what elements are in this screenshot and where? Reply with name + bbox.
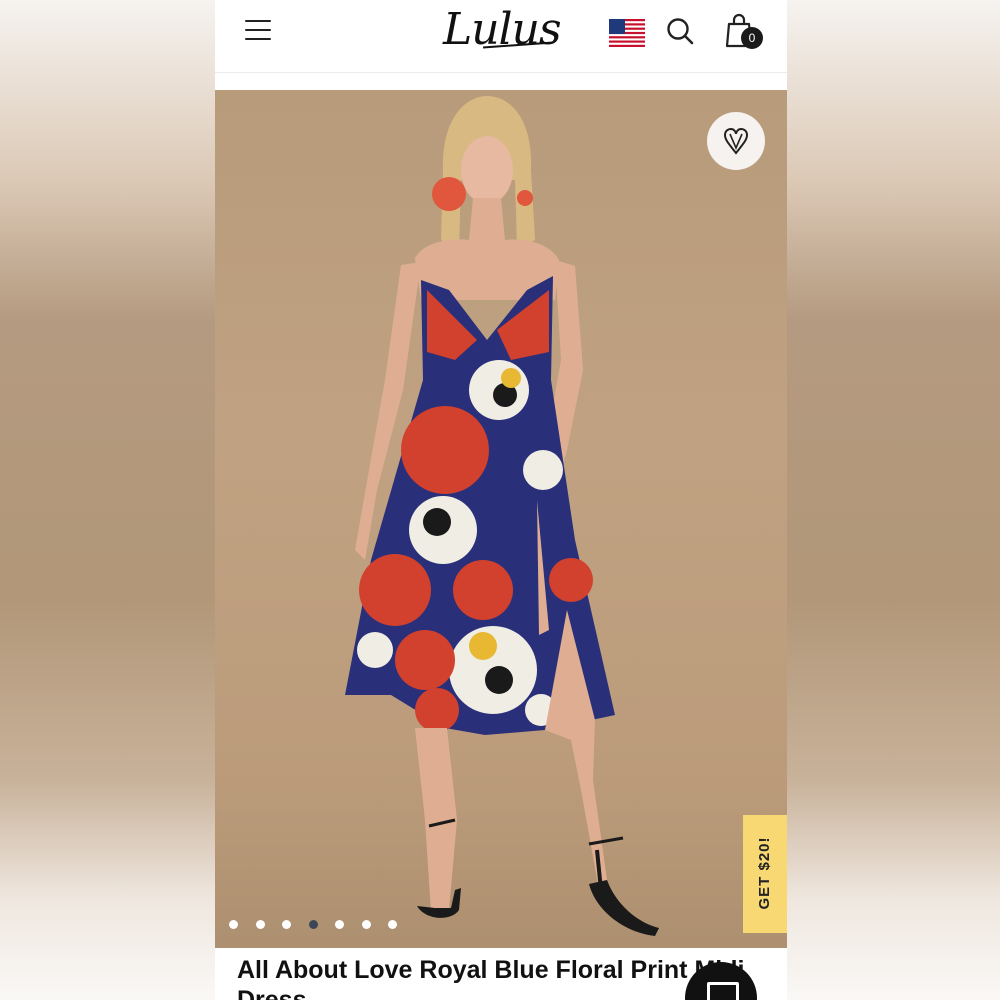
us-flag-icon[interactable] — [609, 19, 645, 47]
carousel-dot[interactable] — [361, 920, 371, 929]
heart-icon — [723, 127, 749, 155]
carousel-dot[interactable] — [335, 920, 344, 929]
product-photo — [345, 96, 659, 936]
hamburger-menu-icon — [245, 20, 271, 22]
cart-count-badge: 0 — [741, 27, 763, 49]
carousel-dot[interactable] — [282, 920, 291, 929]
promo-tab[interactable]: GET $20! — [743, 815, 787, 933]
site-header: Lulus 0 — [215, 0, 787, 73]
favorite-button[interactable] — [707, 112, 765, 170]
site-logo[interactable]: Lulus — [443, 2, 563, 58]
carousel-dot[interactable] — [388, 920, 397, 929]
carousel-dot[interactable] — [308, 920, 318, 929]
carousel-dot[interactable] — [255, 920, 265, 929]
chat-icon — [707, 982, 739, 1000]
mobile-page: Lulus 0 GET $20! All About Love Royal Bl… — [215, 0, 787, 1000]
carousel-dot[interactable] — [229, 920, 238, 929]
promo-tab-label: GET $20! — [756, 836, 773, 910]
product-image-carousel[interactable]: GET $20! — [215, 90, 787, 948]
search-icon[interactable] — [665, 16, 695, 46]
menu-button[interactable] — [243, 18, 273, 44]
